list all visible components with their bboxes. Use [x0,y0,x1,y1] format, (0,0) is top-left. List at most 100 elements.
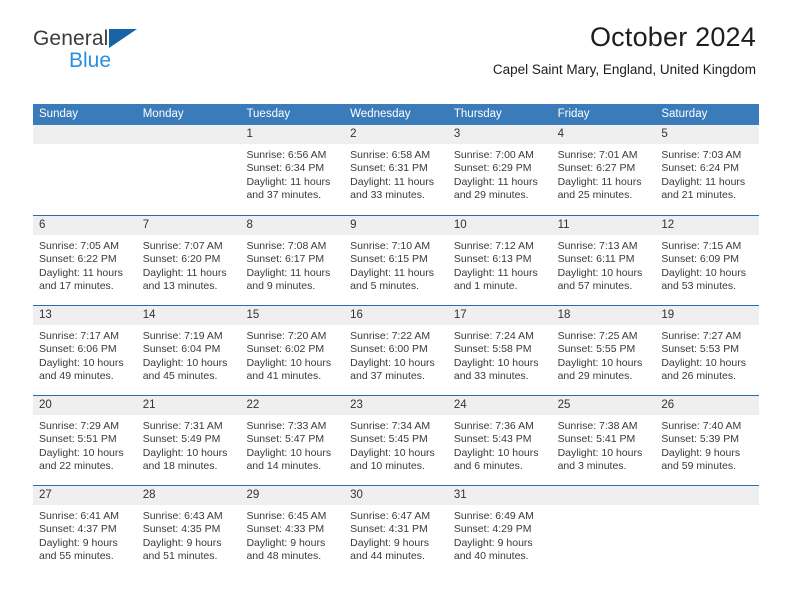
sunset-text: Sunset: 5:45 PM [350,433,428,446]
title-block: October 2024 Capel Saint Mary, England, … [33,22,756,78]
daylight-text: Daylight: 10 hours and 53 minutes. [661,266,746,293]
day-number: 21 [136,396,241,415]
day-cell[interactable]: 22 Sunrise: 7:33 AM Sunset: 5:47 PM Dayligh… [240,396,345,485]
daylight-text: Daylight: 10 hours and 57 minutes. [557,266,643,293]
day-number: 25 [551,396,656,415]
day-cell[interactable]: 5 Sunrise: 7:03 AM Sunset: 6:24 PM Daylight… [655,125,760,215]
weekday-header-thursday: Thursday [453,108,502,120]
calendar-week-row: 13 Sunrise: 7:17 AM Sunset: 6:06 PM Dayligh… [33,305,760,395]
daylight-text: Daylight: 11 hours and 5 minutes. [350,266,435,293]
sunset-text: Sunset: 6:15 PM [350,253,428,266]
day-cell[interactable]: 31 Sunrise: 6:49 AM Sunset: 4:29 PM Dayligh… [447,486,552,575]
day-number: 10 [447,216,552,235]
day-cell[interactable]: 4 Sunrise: 7:01 AM Sunset: 6:27 PM Daylight… [551,125,656,215]
daylight-text: Daylight: 11 hours and 1 minute. [453,266,538,293]
weekday-header-sunday: Sunday [39,108,79,120]
day-number: 8 [240,216,345,235]
day-cell[interactable]: 25 Sunrise: 7:38 AM Sunset: 5:41 PM Dayligh… [551,396,656,485]
brand-logo[interactable]: General Blue [33,27,138,71]
sunrise-text: Sunrise: 6:43 AM [142,510,223,522]
sunset-text: Sunset: 6:04 PM [142,343,221,356]
sunrise-text: Sunrise: 7:12 AM [453,240,534,252]
day-cell[interactable]: 28 Sunrise: 6:43 AM Sunset: 4:35 PM Dayligh… [136,486,241,575]
sunset-text: Sunset: 5:47 PM [246,433,325,446]
day-cell[interactable]: 29 Sunrise: 6:45 AM Sunset: 4:33 PM Dayligh… [240,486,345,575]
sunrise-text: Sunrise: 6:41 AM [39,510,119,522]
day-details: Sunrise: 7:19 AM Sunset: 6:04 PM Daylight:… [137,325,241,384]
sunset-text: Sunset: 5:55 PM [557,343,636,356]
day-cell[interactable]: 6 Sunrise: 7:05 AM Sunset: 6:22 PM Daylight… [33,216,137,305]
day-cell[interactable]: 27 Sunrise: 6:41 AM Sunset: 4:37 PM Dayligh… [33,486,137,575]
day-cell[interactable]: 11 Sunrise: 7:13 AM Sunset: 6:11 PM Dayligh… [551,216,656,305]
day-cell[interactable]: 23 Sunrise: 7:34 AM Sunset: 5:45 PM Dayligh… [344,396,448,485]
daylight-text: Daylight: 10 hours and 10 minutes. [350,446,435,473]
day-cell[interactable]: 8 Sunrise: 7:08 AM Sunset: 6:17 PM Daylight… [240,216,345,305]
sunset-text: Sunset: 4:37 PM [39,523,117,536]
day-number: 18 [551,306,656,325]
sunrise-text: Sunrise: 7:27 AM [661,330,742,342]
sunset-text: Sunset: 5:43 PM [453,433,532,446]
day-cell[interactable]: 2 Sunrise: 6:58 AM Sunset: 6:31 PM Daylight… [344,125,448,215]
day-cell[interactable]: 15 Sunrise: 7:20 AM Sunset: 6:02 PM Dayligh… [240,306,345,395]
triangle-logo-icon [109,29,138,48]
sunrise-text: Sunrise: 7:36 AM [453,420,534,432]
day-number: 9 [344,216,448,235]
sunrise-text: Sunrise: 7:07 AM [142,240,223,252]
day-cell[interactable]: 17 Sunrise: 7:24 AM Sunset: 5:58 PM Dayligh… [447,306,552,395]
sunrise-text: Sunrise: 7:08 AM [246,240,327,252]
day-cell[interactable]: 16 Sunrise: 7:22 AM Sunset: 6:00 PM Dayligh… [344,306,448,395]
sunrise-text: Sunrise: 7:29 AM [39,420,119,432]
day-cell[interactable]: 1 Sunrise: 6:56 AM Sunset: 6:34 PM Daylight… [240,125,345,215]
day-cell[interactable]: 26 Sunrise: 7:40 AM Sunset: 5:39 PM Dayligh… [655,396,760,485]
daylight-text: Daylight: 11 hours and 9 minutes. [246,266,331,293]
day-cell[interactable]: 3 Sunrise: 7:00 AM Sunset: 6:29 PM Daylight… [447,125,552,215]
day-number: 24 [447,396,552,415]
calendar-week-row: 1 Sunrise: 6:56 AM Sunset: 6:34 PM Daylight… [33,125,760,215]
day-details: Sunrise: 7:01 AM Sunset: 6:27 PM Daylight:… [552,144,656,203]
day-cell[interactable]: 21 Sunrise: 7:31 AM Sunset: 5:49 PM Dayligh… [136,396,241,485]
day-number [136,125,241,144]
sunset-text: Sunset: 5:41 PM [557,433,636,446]
day-number: 15 [240,306,345,325]
daylight-text: Daylight: 11 hours and 25 minutes. [557,175,642,202]
sunset-text: Sunset: 5:49 PM [142,433,221,446]
sunset-text: Sunset: 5:53 PM [661,343,739,356]
day-cell[interactable]: 30 Sunrise: 6:47 AM Sunset: 4:31 PM Dayligh… [344,486,448,575]
day-cell[interactable]: 14 Sunrise: 7:19 AM Sunset: 6:04 PM Dayligh… [136,306,241,395]
daylight-text: Daylight: 10 hours and 49 minutes. [39,356,124,383]
day-cell[interactable]: 18 Sunrise: 7:25 AM Sunset: 5:55 PM Dayligh… [551,306,656,395]
sunset-text: Sunset: 6:17 PM [246,253,325,266]
sunset-text: Sunset: 6:00 PM [350,343,428,356]
day-details: Sunrise: 7:33 AM Sunset: 5:47 PM Daylight:… [240,415,344,474]
sunrise-text: Sunrise: 6:56 AM [246,149,327,161]
brand-logo-text-general: General [33,27,109,50]
calendar-week-row: 27 Sunrise: 6:41 AM Sunset: 4:37 PM Dayligh… [33,485,760,575]
day-cell[interactable]: 19 Sunrise: 7:27 AM Sunset: 5:53 PM Dayligh… [655,306,760,395]
daylight-text: Daylight: 11 hours and 21 minutes. [661,175,746,202]
sunrise-text: Sunrise: 7:13 AM [557,240,638,252]
sunset-text: Sunset: 6:31 PM [350,162,428,175]
day-cell[interactable]: 12 Sunrise: 7:15 AM Sunset: 6:09 PM Dayligh… [655,216,760,305]
day-cell[interactable]: 7 Sunrise: 7:07 AM Sunset: 6:20 PM Daylight… [136,216,241,305]
day-cell[interactable]: 9 Sunrise: 7:10 AM Sunset: 6:15 PM Daylight… [344,216,448,305]
sunrise-text: Sunrise: 6:45 AM [246,510,327,522]
sunset-text: Sunset: 6:29 PM [453,162,532,175]
daylight-text: Daylight: 10 hours and 18 minutes. [142,446,228,473]
day-details: Sunrise: 7:15 AM Sunset: 6:09 PM Daylight:… [655,235,759,294]
daylight-text: Daylight: 10 hours and 14 minutes. [246,446,332,473]
day-cell-empty [33,125,137,215]
day-cell[interactable]: 13 Sunrise: 7:17 AM Sunset: 6:06 PM Dayligh… [33,306,137,395]
day-cell[interactable]: 10 Sunrise: 7:12 AM Sunset: 6:13 PM Dayligh… [447,216,552,305]
daylight-text: Daylight: 9 hours and 55 minutes. [39,536,118,563]
day-cell[interactable]: 20 Sunrise: 7:29 AM Sunset: 5:51 PM Dayligh… [33,396,137,485]
day-number: 20 [33,396,137,415]
daylight-text: Daylight: 11 hours and 29 minutes. [453,175,538,202]
sunset-text: Sunset: 6:34 PM [246,162,325,175]
sunrise-text: Sunrise: 7:31 AM [142,420,223,432]
daylight-text: Daylight: 9 hours and 40 minutes. [453,536,533,563]
sunrise-text: Sunrise: 7:20 AM [246,330,327,342]
day-details: Sunrise: 7:17 AM Sunset: 6:06 PM Daylight:… [33,325,137,384]
day-cell[interactable]: 24 Sunrise: 7:36 AM Sunset: 5:43 PM Dayligh… [447,396,552,485]
day-number: 12 [655,216,760,235]
sunset-text: Sunset: 4:35 PM [142,523,221,536]
